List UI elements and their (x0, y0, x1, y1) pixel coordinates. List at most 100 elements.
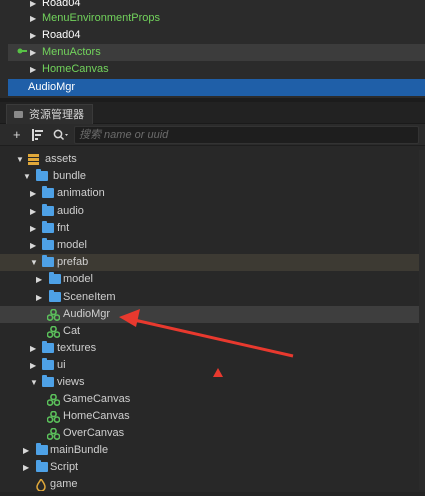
expand-arrow-icon[interactable]: ▶ (30, 237, 40, 254)
expand-arrow-icon[interactable]: ▶ (23, 442, 33, 459)
folder-icon (36, 460, 48, 472)
expand-arrow-icon[interactable]: ▶ (36, 289, 46, 306)
expand-arrow-icon[interactable]: ▶ (30, 44, 40, 61)
tree-item-label: Cat (63, 325, 81, 337)
tree-item-fnt[interactable]: ▶ fnt (0, 220, 425, 237)
tree-item-label: textures (57, 342, 97, 354)
tree-item-assets[interactable]: ▼ assets (0, 151, 425, 168)
hierarchy-node-menuenvironmentprops[interactable]: ▶ MenuEnvironmentProps (8, 10, 425, 27)
assets-tab-strip: 资源管理器 (0, 102, 425, 124)
tree-item-ui[interactable]: ▶ ui (0, 357, 425, 374)
tree-item-animation[interactable]: ▶ animation (0, 185, 425, 202)
tree-item-label: Script (50, 461, 79, 473)
hierarchy-node-homecanvas[interactable]: ▶ HomeCanvas (8, 61, 425, 78)
tree-item-label: fnt (57, 222, 70, 234)
tree-item-bundle[interactable]: ▼ bundle (0, 168, 425, 185)
node-label: MenuActors (42, 46, 101, 58)
expand-arrow-icon[interactable]: ▶ (30, 10, 40, 27)
folder-icon (42, 204, 54, 216)
tree-item-label: animation (57, 187, 105, 199)
tree-item-label: model (57, 239, 87, 251)
tab-assets[interactable]: 资源管理器 (6, 104, 93, 124)
tree-item-label: audio (57, 205, 84, 217)
folder-icon (49, 272, 61, 284)
expand-arrow-icon[interactable]: ▶ (23, 459, 33, 476)
collapse-arrow-icon[interactable]: ▼ (23, 168, 33, 185)
tree-item-script[interactable]: ▶ Script (0, 459, 425, 476)
expand-arrow-icon[interactable]: ▶ (30, 220, 40, 237)
tree-item-audio[interactable]: ▶ audio (0, 203, 425, 220)
folder-icon (49, 290, 61, 302)
tree-item-cat[interactable]: Cat (0, 323, 425, 340)
expand-arrow-icon[interactable]: ▶ (30, 357, 40, 374)
folder-icon (42, 221, 54, 233)
tree-item-overcanvas[interactable]: OverCanvas (0, 425, 425, 442)
folder-icon (42, 375, 54, 387)
database-icon (28, 154, 39, 165)
search-input[interactable] (75, 127, 418, 143)
tree-item-prefab[interactable]: ▼ prefab (0, 254, 425, 271)
prefab-icon (46, 427, 61, 441)
tree-item-label: HomeCanvas (63, 410, 130, 422)
tree-item-label: OverCanvas (63, 427, 125, 439)
assets-toolbar: + (0, 124, 425, 146)
expand-arrow-icon[interactable]: ▶ (30, 203, 40, 220)
node-label: HomeCanvas (42, 63, 109, 75)
hierarchy-node-audiomgr[interactable]: AudioMgr (8, 79, 425, 96)
tree-item-game[interactable]: game (0, 476, 425, 493)
tree-scrollbar[interactable] (419, 150, 425, 490)
folder-icon (36, 169, 48, 181)
tree-item-textures[interactable]: ▶ textures (0, 340, 425, 357)
folder-icon (42, 255, 54, 267)
prefab-icon (46, 410, 61, 424)
collapse-arrow-icon[interactable]: ▼ (16, 151, 26, 168)
node-label: MenuEnvironmentProps (42, 12, 161, 24)
hierarchy-node-road04[interactable]: ▶ Road04 (8, 27, 425, 44)
lock-icon[interactable] (17, 44, 27, 61)
tree-item-mainbundle[interactable]: ▶ mainBundle (0, 442, 425, 459)
tree-item-label: bundle (53, 170, 87, 182)
expand-arrow-icon[interactable]: ▶ (30, 61, 40, 78)
tree-item-audiomgr[interactable]: AudioMgr (0, 306, 425, 323)
folder-icon (36, 443, 48, 455)
folder-icon (42, 358, 54, 370)
tree-item-label: AudioMgr (63, 308, 111, 320)
add-asset-button[interactable]: + (13, 126, 21, 144)
tree-item-label: SceneItem (63, 291, 116, 303)
expand-arrow-icon[interactable]: ▶ (30, 340, 40, 357)
expand-arrow-icon[interactable]: ▶ (30, 185, 40, 202)
tree-item-label: prefab (57, 256, 89, 268)
tree-item-label: GameCanvas (63, 393, 131, 405)
panel-bottom-edge (0, 492, 425, 496)
tree-item-homecanvas[interactable]: HomeCanvas (0, 408, 425, 425)
search-field[interactable] (74, 126, 419, 144)
tree-item-label: model (63, 273, 93, 285)
tree-item-label: mainBundle (50, 444, 109, 456)
prefab-icon (46, 393, 61, 407)
hierarchy-panel: ▶ Road04 ▶ MenuEnvironmentProps ▶ Road04… (0, 0, 425, 98)
tree-item-label: views (57, 376, 85, 388)
prefab-icon (46, 325, 61, 339)
tab-label: 资源管理器 (29, 109, 84, 121)
tree-item-model[interactable]: ▶ model (0, 271, 425, 288)
tree-item-label: ui (57, 359, 66, 371)
expand-arrow-icon[interactable]: ▶ (30, 27, 40, 44)
tree-item-views[interactable]: ▼ views (0, 374, 425, 391)
folder-icon (14, 111, 23, 118)
folder-icon (42, 186, 54, 198)
node-label: AudioMgr (28, 81, 76, 93)
tree-item-label: game (50, 478, 78, 490)
tree-item-gamecanvas[interactable]: GameCanvas (0, 391, 425, 408)
game-icon (36, 477, 46, 492)
node-label: Road04 (42, 29, 81, 41)
collapse-arrow-icon[interactable]: ▼ (30, 374, 40, 391)
tree-item-sceneitem[interactable]: ▶ SceneItem (0, 289, 425, 306)
hierarchy-node-menuactors[interactable]: ▶ MenuActors (8, 44, 425, 61)
folder-icon (42, 341, 54, 353)
collapse-arrow-icon[interactable]: ▼ (30, 254, 40, 271)
sort-icon[interactable] (32, 128, 46, 146)
expand-arrow-icon[interactable]: ▶ (36, 271, 46, 288)
tree-item-model[interactable]: ▶ model (0, 237, 425, 254)
tree-item-label: assets (45, 153, 77, 165)
search-icon[interactable] (53, 128, 69, 146)
